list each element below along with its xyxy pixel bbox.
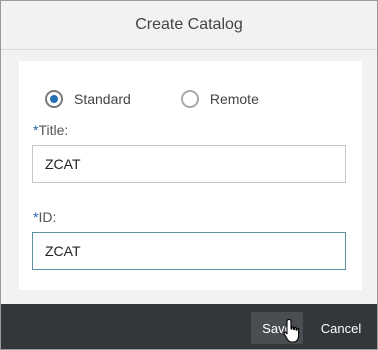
- radio-standard-label: Standard: [74, 91, 131, 107]
- cancel-button[interactable]: Cancel: [310, 312, 372, 344]
- radio-remote[interactable]: Remote: [180, 90, 259, 108]
- create-catalog-dialog: Create Catalog Standard Remote *Title: *…: [0, 0, 378, 350]
- dialog-content: Standard Remote *Title: *ID:: [19, 61, 362, 290]
- radio-remote-label: Remote: [209, 91, 259, 107]
- radio-dot: [50, 95, 58, 103]
- id-field-label: *ID:: [33, 209, 56, 225]
- radio-unchecked-icon[interactable]: [180, 90, 199, 108]
- catalog-type-radio-group: Standard Remote: [45, 90, 259, 108]
- dialog-header: Create Catalog: [1, 1, 377, 50]
- dialog-footer: Save Cancel: [1, 304, 377, 349]
- save-button[interactable]: Save: [251, 312, 303, 344]
- radio-standard[interactable]: Standard: [45, 90, 131, 108]
- title-label-text: Title:: [38, 122, 69, 138]
- title-input[interactable]: [32, 145, 346, 183]
- id-input[interactable]: [32, 232, 346, 270]
- id-label-text: ID:: [38, 209, 57, 225]
- radio-checked-icon[interactable]: [45, 90, 63, 108]
- dialog-title: Create Catalog: [135, 16, 243, 33]
- title-field-label: *Title:: [33, 122, 68, 138]
